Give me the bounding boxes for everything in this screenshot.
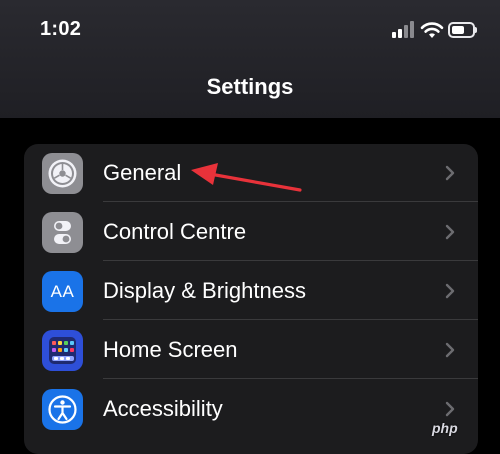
chevron-right-icon [445,224,455,240]
settings-row-label: Control Centre [103,219,247,244]
navigation-header: 1:02 Settings [0,0,500,118]
settings-row-label: Accessibility [103,396,223,421]
accessibility-icon [42,389,83,430]
cellular-signal-icon [392,20,416,38]
settings-row-label: Display & Brightness [103,278,306,303]
home-grid-icon [42,330,83,371]
settings-row-control-centre[interactable]: Control Centre [24,203,478,261]
annotation-arrow-icon [191,163,302,192]
toggles-icon [42,212,83,253]
aa-text-icon: AA [42,271,83,312]
watermark-logo: php [432,420,458,436]
settings-row-home-screen[interactable]: Home Screen [24,321,478,379]
chevron-right-icon [445,165,455,181]
status-time: 1:02 [40,18,82,40]
battery-icon [448,22,477,38]
settings-row-display-brightness[interactable]: AA Display & Brightness [24,262,478,320]
settings-row-label: Home Screen [103,337,238,362]
gear-icon [42,153,83,194]
chevron-right-icon [445,401,455,417]
chevron-right-icon [445,283,455,299]
aa-icon-text: AA [50,282,75,301]
settings-row-label: General [103,160,182,185]
page-title: Settings [206,74,294,99]
wifi-icon [420,22,444,38]
chevron-right-icon [445,342,455,358]
settings-row-accessibility[interactable]: Accessibility [24,380,478,438]
